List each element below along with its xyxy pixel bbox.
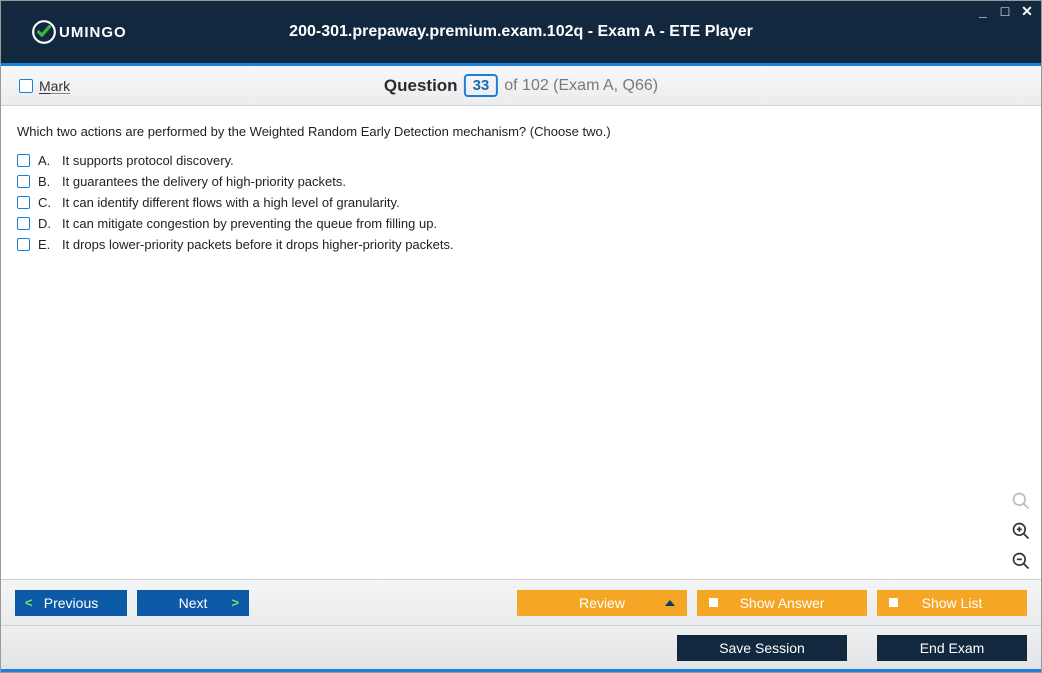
search-icon[interactable] [1009, 489, 1033, 513]
question-text: Which two actions are performed by the W… [17, 124, 1025, 139]
previous-button[interactable]: < Previous [15, 590, 127, 616]
option-letter: C. [38, 195, 54, 210]
option-row[interactable]: D. It can mitigate congestion by prevent… [17, 216, 1025, 231]
show-list-label: Show List [922, 595, 983, 611]
review-button[interactable]: Review [517, 590, 687, 616]
minimize-button[interactable]: _ [975, 3, 991, 20]
option-checkbox-a[interactable] [17, 154, 30, 167]
show-answer-button[interactable]: Show Answer [697, 590, 867, 616]
previous-label: Previous [44, 595, 98, 611]
chevron-right-icon: > [231, 595, 239, 610]
option-checkbox-e[interactable] [17, 238, 30, 251]
option-checkbox-c[interactable] [17, 196, 30, 209]
option-row[interactable]: E. It drops lower-priority packets befor… [17, 237, 1025, 252]
zoom-out-icon[interactable] [1009, 549, 1033, 573]
question-header-bar: Mark Question 33 of 102 (Exam A, Q66) [1, 66, 1041, 106]
option-letter: B. [38, 174, 54, 189]
window-title: 200-301.prepaway.premium.exam.102q - Exa… [289, 23, 753, 41]
save-session-label: Save Session [719, 640, 805, 656]
logo-text: UMINGO [59, 24, 127, 41]
question-indicator: Question 33 of 102 (Exam A, Q66) [384, 74, 658, 97]
question-total: of 102 (Exam A, Q66) [504, 77, 658, 95]
show-list-button[interactable]: Show List [877, 590, 1027, 616]
footer-primary: < Previous Next > Review Show Answer Sho… [1, 579, 1041, 625]
close-button[interactable]: ✕ [1019, 3, 1035, 20]
option-text: It supports protocol discovery. [62, 153, 234, 168]
show-answer-label: Show Answer [740, 595, 825, 611]
save-session-button[interactable]: Save Session [677, 635, 847, 661]
end-exam-button[interactable]: End Exam [877, 635, 1027, 661]
window-controls: _ □ ✕ [975, 3, 1035, 20]
square-icon [889, 598, 898, 607]
end-exam-label: End Exam [920, 640, 985, 656]
option-letter: E. [38, 237, 54, 252]
zoom-in-icon[interactable] [1009, 519, 1033, 543]
question-number: 33 [464, 74, 499, 97]
review-label: Review [579, 595, 625, 611]
mark-checkbox[interactable] [19, 79, 33, 93]
mark-label[interactable]: Mark [39, 78, 70, 94]
option-checkbox-b[interactable] [17, 175, 30, 188]
checkmark-logo-icon [31, 19, 57, 45]
question-content: Which two actions are performed by the W… [1, 106, 1041, 579]
option-checkbox-d[interactable] [17, 217, 30, 230]
option-text: It drops lower-priority packets before i… [62, 237, 454, 252]
option-row[interactable]: B. It guarantees the delivery of high-pr… [17, 174, 1025, 189]
option-text: It can mitigate congestion by preventing… [62, 216, 437, 231]
maximize-button[interactable]: □ [997, 3, 1013, 20]
triangle-up-icon [665, 600, 675, 606]
next-label: Next [179, 595, 208, 611]
options-list: A. It supports protocol discovery. B. It… [17, 153, 1025, 252]
mark-checkbox-group[interactable]: Mark [19, 78, 70, 94]
footer-secondary: Save Session End Exam [1, 625, 1041, 669]
option-text: It guarantees the delivery of high-prior… [62, 174, 346, 189]
option-letter: D. [38, 216, 54, 231]
side-tools [1009, 489, 1033, 573]
square-icon [709, 598, 718, 607]
app-logo: UMINGO [31, 19, 127, 45]
next-button[interactable]: Next > [137, 590, 249, 616]
option-text: It can identify different flows with a h… [62, 195, 400, 210]
app-window: UMINGO 200-301.prepaway.premium.exam.102… [0, 0, 1042, 673]
option-row[interactable]: C. It can identify different flows with … [17, 195, 1025, 210]
option-row[interactable]: A. It supports protocol discovery. [17, 153, 1025, 168]
bottom-accent-divider [1, 669, 1041, 672]
title-bar: UMINGO 200-301.prepaway.premium.exam.102… [1, 1, 1041, 63]
question-label: Question [384, 76, 458, 96]
chevron-left-icon: < [25, 595, 33, 610]
option-letter: A. [38, 153, 54, 168]
